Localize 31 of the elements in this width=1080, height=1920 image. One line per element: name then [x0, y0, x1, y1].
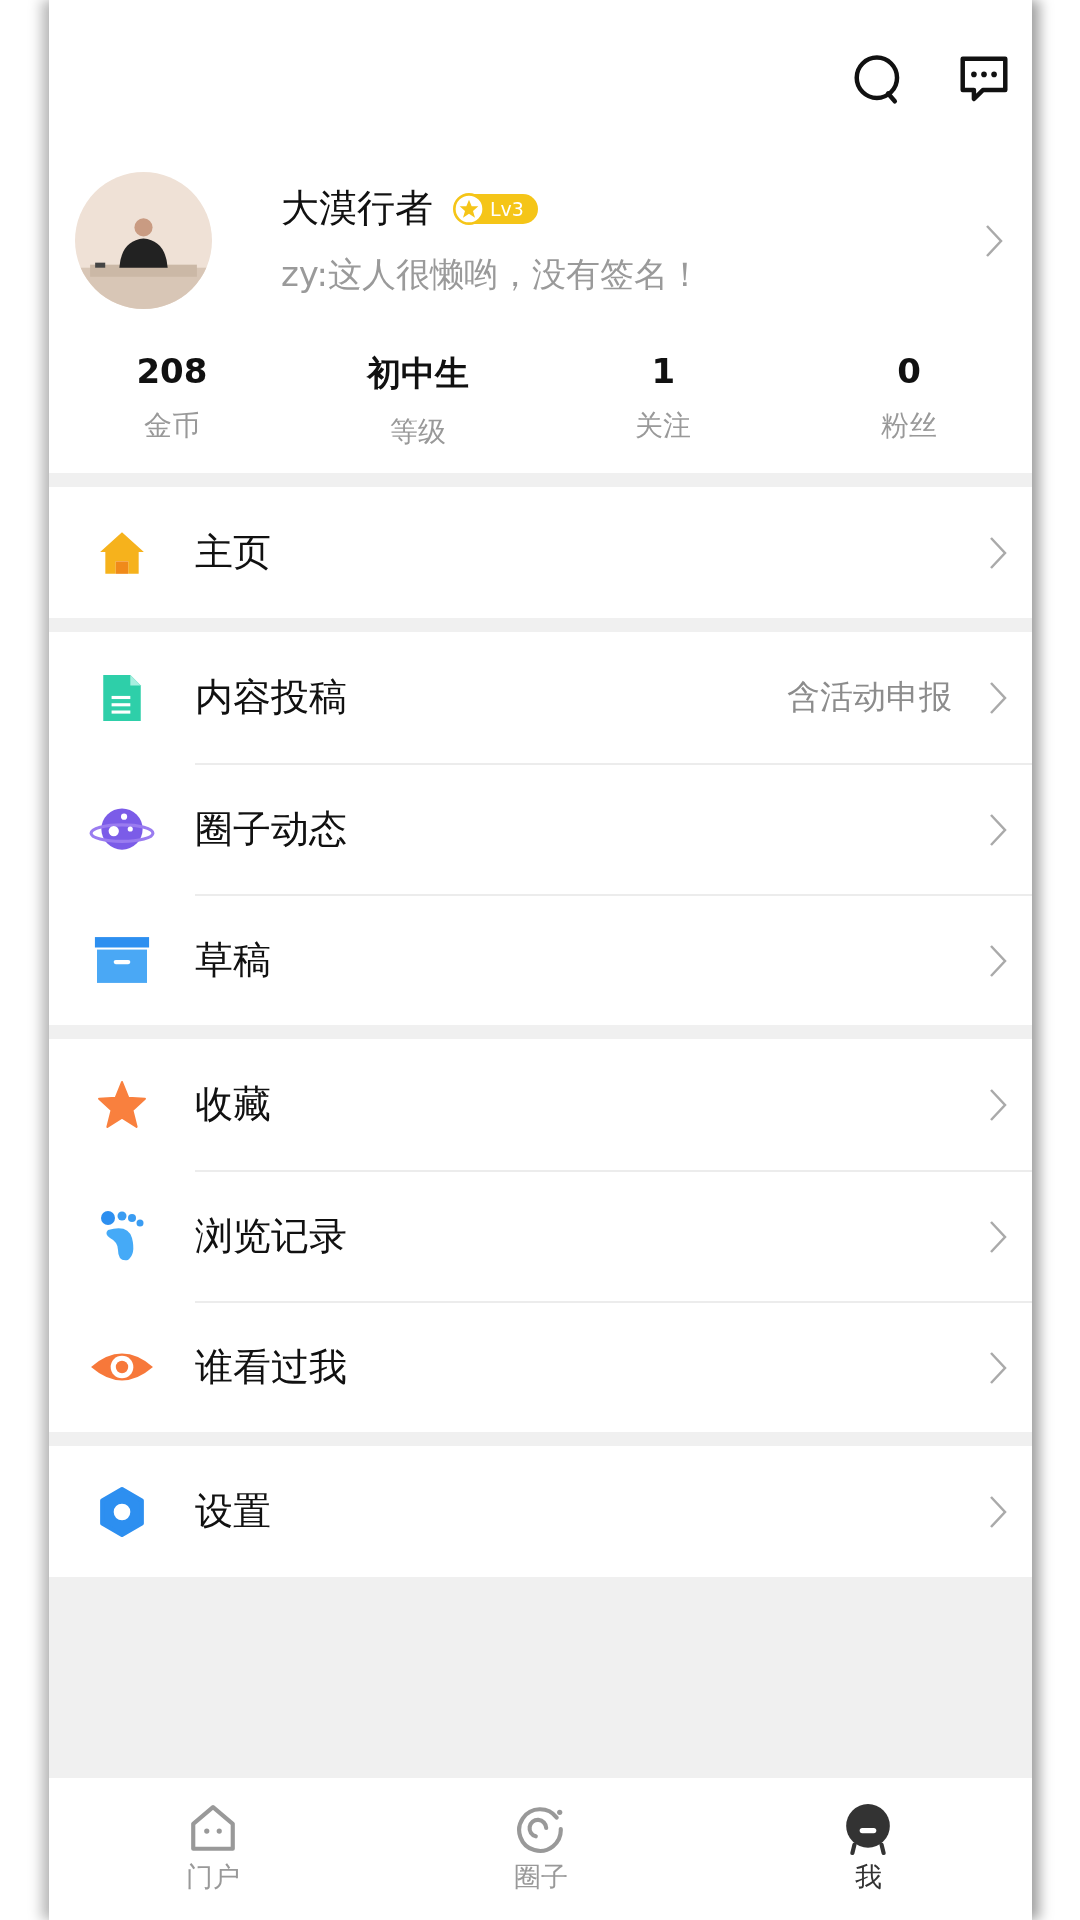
menu-item[interactable]: 设置 [49, 1446, 1032, 1577]
settings-icon [97, 1485, 147, 1538]
stat-label: 粉丝 [881, 408, 938, 444]
menu-item[interactable]: 谁看过我 [49, 1301, 1032, 1432]
level-badge: Lv3 [455, 193, 538, 224]
menu-item[interactable]: 收藏 [49, 1039, 1032, 1170]
menu-label: 收藏 [195, 1081, 272, 1128]
signature: zy:这人很懒哟，没有签名！ [281, 253, 703, 296]
menu-item[interactable]: 浏览记录 [49, 1170, 1032, 1301]
menu-item[interactable]: 草稿 [49, 894, 1032, 1025]
menu-item[interactable]: 圈子动态 [49, 763, 1032, 894]
menu-label: 谁看过我 [195, 1344, 348, 1391]
stat-value: 初中生 [366, 352, 469, 395]
menu-hint: 含活动申报 [787, 676, 952, 718]
stat-label: 关注 [635, 408, 692, 444]
stat-label: 金币 [143, 408, 200, 444]
menu-label: 内容投稿 [195, 674, 348, 721]
stat-value: 0 [897, 351, 921, 391]
stat-value: 1 [651, 351, 676, 391]
menu-item[interactable]: 主页 [49, 487, 1032, 618]
menu-label: 圈子动态 [195, 806, 348, 853]
stat-label: 等级 [389, 414, 446, 450]
menu-label: 草稿 [195, 937, 272, 984]
user-name: 大漠行者 [281, 185, 433, 232]
menu-label: 设置 [195, 1488, 272, 1535]
star-icon [97, 1078, 147, 1131]
menu-label: 主页 [195, 529, 272, 576]
menu-item[interactable]: 内容投稿 含活动申报 [49, 632, 1032, 763]
stat-value: 208 [136, 351, 208, 391]
menu-label: 浏览记录 [195, 1213, 348, 1260]
nav-tab[interactable]: 我 [704, 1778, 1032, 1920]
